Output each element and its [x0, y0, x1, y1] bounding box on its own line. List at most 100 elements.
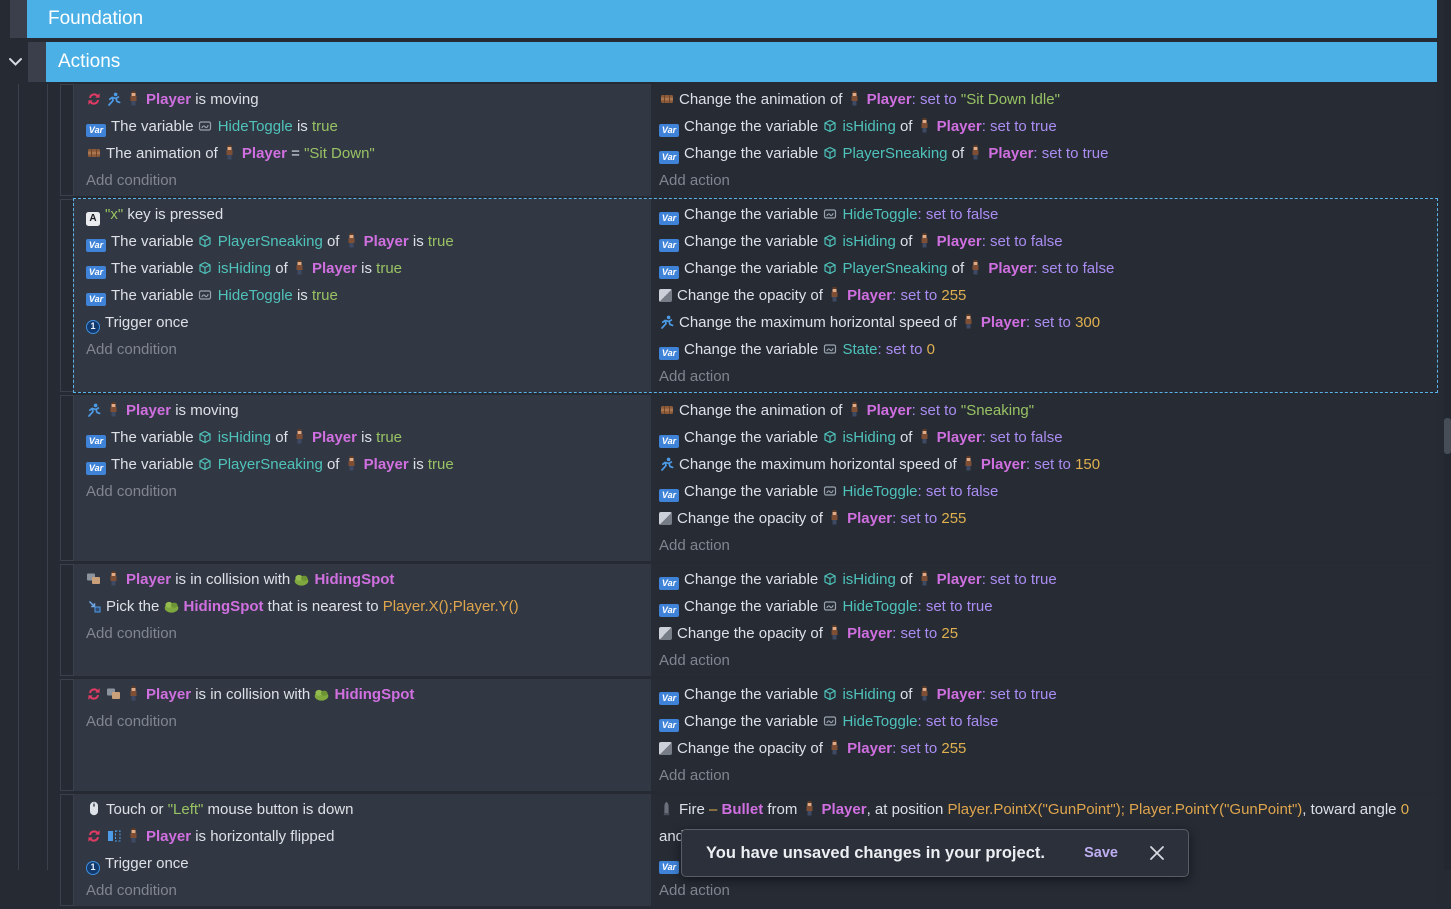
condition-item[interactable]: The animation of Player = "Sit Down" — [86, 140, 651, 167]
save-button[interactable]: Save — [1084, 845, 1118, 861]
event-drag-handle[interactable] — [60, 199, 74, 392]
text-segment: : set to — [877, 341, 926, 358]
text-segment: : set to true — [1033, 145, 1108, 162]
condition-item[interactable]: Pick the HidingSpot that is nearest to P… — [86, 593, 651, 620]
action-item[interactable]: VarChange the variable isHiding of Playe… — [659, 228, 1437, 255]
add-action-button[interactable]: Add action — [659, 167, 1437, 194]
text-segment: Change the variable — [684, 429, 822, 446]
action-item[interactable]: VarChange the variable State: set to 0 — [659, 336, 1437, 363]
action-item[interactable]: Change the maximum horizontal speed of P… — [659, 451, 1437, 478]
player-sprite-icon — [847, 91, 862, 106]
text-segment: Change the variable — [684, 206, 822, 223]
action-item[interactable]: Change the opacity of Player: set to 255 — [659, 282, 1437, 309]
action-item[interactable]: VarChange the variable HideToggle: set t… — [659, 201, 1437, 228]
text-segment: : set to true — [918, 598, 993, 615]
action-item[interactable]: VarChange the variable HideToggle: set t… — [659, 593, 1437, 620]
text-segment: Change the variable — [684, 341, 822, 358]
text-segment: : set to — [892, 287, 941, 304]
actions-column: VarChange the variable isHiding of Playe… — [651, 679, 1437, 791]
object-variable-cube-icon — [822, 119, 837, 134]
event-drag-handle[interactable] — [60, 794, 74, 906]
condition-item[interactable]: Player is in collision with HidingSpot — [86, 566, 651, 593]
text-segment: Player.PointX("GunPoint"); Player.PointY… — [947, 801, 1302, 818]
text-segment: isHiding — [842, 571, 895, 588]
group-header-actions[interactable]: Actions — [46, 42, 1437, 82]
action-item[interactable]: Change the maximum horizontal speed of P… — [659, 309, 1437, 336]
event-drag-handle[interactable] — [60, 395, 74, 561]
event-body: Player is in collision with HidingSpotPi… — [74, 564, 1437, 676]
condition-item[interactable]: A"x" key is pressed — [86, 201, 651, 228]
event-drag-handle[interactable] — [60, 564, 74, 676]
text-segment: of — [948, 145, 969, 162]
condition-item[interactable]: Player is moving — [86, 86, 651, 113]
action-item[interactable]: Change the opacity of Player: set to 255 — [659, 735, 1437, 762]
actions-column: Change the animation of Player: set to "… — [651, 84, 1437, 196]
collision-overlap-icon — [86, 572, 101, 587]
add-action-button[interactable]: Add action — [659, 647, 1437, 674]
text-segment: The variable — [111, 233, 198, 250]
player-sprite-icon — [802, 801, 817, 816]
conditions-column: Player is in collision with HidingSpotPi… — [74, 564, 651, 676]
text-segment: Player — [847, 625, 892, 642]
foundation-group-handle[interactable] — [10, 0, 27, 38]
opacity-square-icon — [659, 742, 672, 755]
add-condition-button[interactable]: Add condition — [86, 620, 651, 647]
add-action-button[interactable]: Add action — [659, 762, 1437, 789]
condition-item[interactable]: 1Trigger once — [86, 309, 651, 336]
text-segment: is moving — [171, 402, 239, 419]
action-item[interactable]: VarChange the variable PlayerSneaking of… — [659, 140, 1437, 167]
variable-badge-icon: Var — [659, 239, 679, 252]
add-action-button[interactable]: Add action — [659, 877, 1437, 904]
condition-item[interactable]: Player is moving — [86, 397, 651, 424]
add-action-button[interactable]: Add action — [659, 363, 1437, 390]
condition-item[interactable]: Player is in collision with HidingSpot — [86, 681, 651, 708]
action-item[interactable]: VarChange the variable HideToggle: set t… — [659, 708, 1437, 735]
add-condition-button[interactable]: Add condition — [86, 478, 651, 505]
player-sprite-icon — [344, 456, 359, 471]
action-item[interactable]: Change the animation of Player: set to "… — [659, 397, 1437, 424]
variable-badge-icon: Var — [86, 239, 106, 252]
action-item[interactable]: Change the opacity of Player: set to 255 — [659, 505, 1437, 532]
action-item[interactable]: VarChange the variable HideToggle: set t… — [659, 478, 1437, 505]
actions-group-handle[interactable] — [28, 42, 46, 82]
event-drag-handle[interactable] — [60, 84, 74, 196]
text-segment: Player — [937, 686, 982, 703]
variable-badge-icon: Var — [86, 266, 106, 279]
condition-item[interactable]: Touch or "Left" mouse button is down — [86, 796, 651, 823]
event-drag-handle[interactable] — [60, 679, 74, 791]
event-body: A"x" key is pressedVarThe variable Playe… — [74, 199, 1437, 392]
chevron-down-icon[interactable] — [8, 54, 23, 72]
condition-item[interactable]: VarThe variable PlayerSneaking of Player… — [86, 451, 651, 478]
condition-item[interactable]: Player is horizontally flipped — [86, 823, 651, 850]
add-condition-button[interactable]: Add condition — [86, 708, 651, 735]
condition-item[interactable]: VarThe variable isHiding of Player is tr… — [86, 255, 651, 282]
add-action-button[interactable]: Add action — [659, 532, 1437, 559]
text-segment: HideToggle — [842, 598, 917, 615]
add-condition-button[interactable]: Add condition — [86, 877, 651, 904]
text-segment: is — [357, 429, 376, 446]
text-segment: Player — [126, 571, 171, 588]
action-item[interactable]: VarChange the variable isHiding of Playe… — [659, 424, 1437, 451]
group-header-foundation[interactable]: Foundation — [27, 0, 1437, 38]
text-segment: Player — [312, 429, 357, 446]
condition-item[interactable]: 1Trigger once — [86, 850, 651, 877]
text-segment: Change the maximum horizontal speed of — [679, 314, 961, 331]
action-item[interactable]: VarChange the variable isHiding of Playe… — [659, 113, 1437, 140]
condition-item[interactable]: VarThe variable HideToggle is true — [86, 113, 651, 140]
condition-item[interactable]: VarThe variable HideToggle is true — [86, 282, 651, 309]
action-item[interactable]: Change the animation of Player: set to "… — [659, 86, 1437, 113]
text-segment: The variable — [111, 118, 198, 135]
action-item[interactable]: VarChange the variable PlayerSneaking of… — [659, 255, 1437, 282]
condition-item[interactable]: VarThe variable PlayerSneaking of Player… — [86, 228, 651, 255]
bullet-icon — [659, 801, 674, 816]
add-condition-button[interactable]: Add condition — [86, 167, 651, 194]
condition-item[interactable]: VarThe variable isHiding of Player is tr… — [86, 424, 651, 451]
text-segment: : set to true — [982, 686, 1057, 703]
close-icon[interactable] — [1148, 844, 1166, 862]
action-item[interactable]: Change the opacity of Player: set to 25 — [659, 620, 1437, 647]
object-variable-cube-icon — [822, 146, 837, 161]
action-item[interactable]: VarChange the variable isHiding of Playe… — [659, 566, 1437, 593]
action-item[interactable]: VarChange the variable isHiding of Playe… — [659, 681, 1437, 708]
scrollbar-thumb[interactable] — [1444, 418, 1451, 454]
add-condition-button[interactable]: Add condition — [86, 336, 651, 363]
